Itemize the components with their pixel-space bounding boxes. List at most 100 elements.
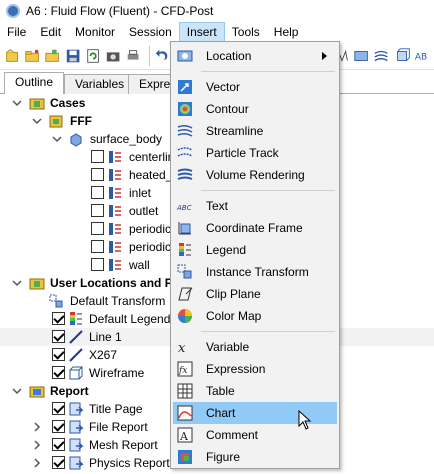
open-folder-icon[interactable] [24, 47, 40, 65]
visibility-checkbox[interactable] [91, 186, 104, 199]
instance-transform-icon [177, 264, 192, 279]
menu-item-particle-track[interactable]: Particle Track [173, 142, 337, 164]
menu-tools[interactable]: Tools [225, 22, 267, 42]
report-page-icon [69, 402, 84, 416]
line-icon [69, 348, 83, 362]
menu-item-label: Particle Track [206, 146, 279, 160]
location-toolbar-icon[interactable] [353, 47, 369, 65]
text-toolbar-icon[interactable]: AB [414, 47, 430, 65]
toolbar-separator [149, 45, 151, 66]
cases-folder-icon [29, 98, 45, 110]
report-page-icon [69, 420, 84, 434]
tree-label-default-legend: Default Legend V [89, 312, 182, 326]
tree-label-user-locations: User Locations and Pl [50, 276, 177, 290]
menu-item-contour[interactable]: Contour [173, 98, 337, 120]
boundary-icon [109, 205, 121, 217]
tree-label-case: FFF [70, 114, 92, 128]
menu-item-color-map[interactable]: Color Map [173, 305, 337, 327]
boundary-icon [109, 223, 121, 235]
reload-icon[interactable] [85, 47, 101, 65]
tree-label-report: Report [50, 384, 89, 398]
menu-help[interactable]: Help [267, 22, 306, 42]
menu-item-table[interactable]: Table [173, 380, 337, 402]
particle-track-icon [177, 147, 193, 157]
include-checkbox[interactable] [52, 420, 65, 433]
collapse-icon[interactable] [52, 134, 62, 144]
title-bar: A6 : Fluid Flow (Fluent) - CFD-Post [0, 0, 434, 22]
visibility-checkbox[interactable] [52, 348, 65, 361]
menu-item-label: Instance Transform [206, 265, 309, 279]
expand-icon[interactable] [32, 458, 42, 468]
color-map-icon [178, 309, 192, 323]
screenshot-icon[interactable] [105, 47, 121, 65]
report-folder-icon [29, 386, 45, 398]
tab-variables[interactable]: Variables [64, 74, 136, 94]
new-icon[interactable] [4, 47, 20, 65]
menu-item-legend[interactable]: Legend [173, 239, 337, 261]
menu-bar: File Edit Monitor Session Insert Tools H… [0, 22, 434, 42]
visibility-checkbox[interactable] [52, 330, 65, 343]
line-icon [69, 330, 83, 344]
collapse-icon[interactable] [12, 386, 22, 396]
visibility-checkbox[interactable] [91, 204, 104, 217]
tree-label-report-item: Mesh Report [89, 438, 158, 452]
menu-item-variable[interactable]: x Variable [173, 336, 337, 358]
visibility-checkbox[interactable] [91, 222, 104, 235]
menu-item-volume-rendering[interactable]: Volume Rendering [173, 164, 337, 186]
menu-file[interactable]: File [0, 22, 33, 42]
tab-outline[interactable]: Outline [4, 72, 65, 95]
collapse-icon[interactable] [32, 116, 42, 126]
menu-item-comment[interactable]: A Comment [173, 424, 337, 446]
svg-text:fx: fx [178, 366, 187, 376]
menu-item-location[interactable]: Location [173, 45, 337, 67]
menu-item-clip-plane[interactable]: Clip Plane [173, 283, 337, 305]
figure-icon [178, 450, 192, 464]
menu-separator [201, 71, 335, 72]
chart-icon [177, 405, 193, 421]
menu-item-label: Table [206, 384, 235, 398]
menu-item-instance-transform[interactable]: Instance Transform [173, 261, 337, 283]
include-checkbox[interactable] [52, 402, 65, 415]
variable-icon: x [178, 341, 186, 355]
report-page-icon [69, 456, 84, 470]
tree-label-surface-body: surface_body [90, 132, 163, 146]
include-checkbox[interactable] [52, 438, 65, 451]
menu-item-chart[interactable]: Chart [173, 402, 337, 424]
collapse-icon[interactable] [12, 98, 22, 108]
load-state-icon[interactable] [44, 47, 60, 65]
visibility-checkbox[interactable] [91, 150, 104, 163]
expand-icon[interactable] [32, 422, 42, 432]
volume-toolbar-icon[interactable] [394, 47, 410, 65]
svg-text:A: A [179, 430, 189, 443]
visibility-checkbox[interactable] [91, 258, 104, 271]
streamline-icon [177, 124, 193, 137]
streamline-toolbar-icon[interactable] [373, 47, 389, 65]
print-icon[interactable] [125, 47, 141, 65]
tree-label-surface: outlet [129, 204, 159, 218]
location-icon [177, 50, 193, 62]
svg-text:ABC: ABC [177, 204, 192, 212]
menu-item-coordinate-frame[interactable]: Coordinate Frame [173, 217, 337, 239]
menu-item-expression[interactable]: fx Expression [173, 358, 337, 380]
menu-item-text[interactable]: ABC Text [173, 195, 337, 217]
visibility-checkbox[interactable] [91, 168, 104, 181]
menu-session[interactable]: Session [122, 22, 179, 42]
undo-icon[interactable] [154, 47, 170, 65]
contour-icon [178, 102, 192, 116]
menu-item-vector[interactable]: Vector [173, 76, 337, 98]
collapse-icon[interactable] [12, 278, 22, 288]
visibility-checkbox[interactable] [91, 240, 104, 253]
expand-icon[interactable] [32, 440, 42, 450]
menu-monitor[interactable]: Monitor [68, 22, 122, 42]
include-checkbox[interactable] [52, 456, 65, 469]
menu-edit[interactable]: Edit [33, 22, 68, 42]
tree-label-surface: heated_ [129, 168, 173, 182]
visibility-checkbox[interactable] [52, 312, 65, 325]
save-state-icon[interactable] [65, 47, 81, 65]
menu-item-figure[interactable]: Figure [173, 446, 337, 468]
menu-insert[interactable]: Insert [178, 22, 225, 42]
tree-label-default-transform: Default Transform [70, 294, 166, 308]
visibility-checkbox[interactable] [52, 366, 65, 379]
menu-item-streamline[interactable]: Streamline [173, 120, 337, 142]
text-icon: ABC [177, 204, 192, 212]
